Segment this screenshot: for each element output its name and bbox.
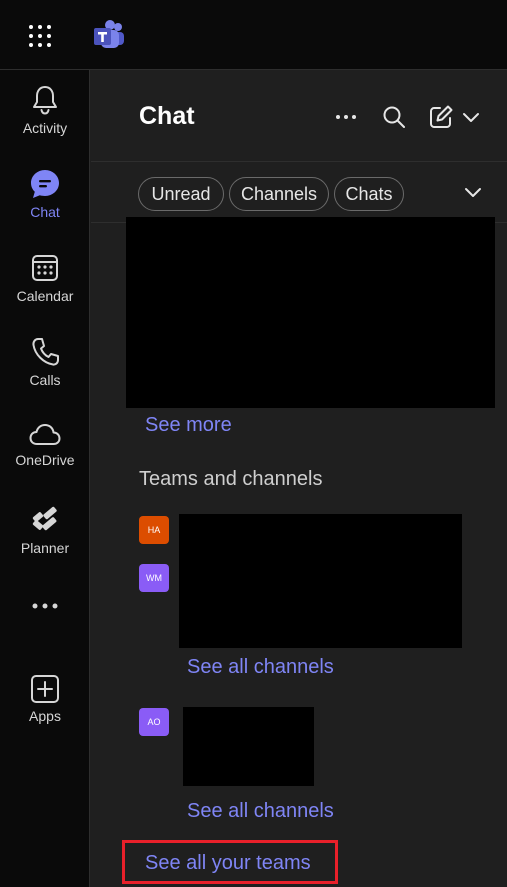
teams-logo-icon: [94, 20, 124, 48]
rail-item-label: Activity: [22, 120, 68, 136]
phone-icon: [32, 338, 59, 366]
new-chat-icon[interactable]: [428, 104, 454, 130]
rail-item-calls[interactable]: Calls: [0, 336, 90, 406]
team-avatar[interactable]: WM: [139, 564, 169, 592]
team-avatar[interactable]: HA: [139, 516, 169, 544]
rail-item-label: OneDrive: [15, 452, 75, 468]
filter-chats[interactable]: Chats: [334, 177, 404, 211]
chat-filters: Unread Channels Chats: [91, 162, 507, 223]
cloud-icon: [29, 424, 61, 445]
filter-unread[interactable]: Unread: [138, 177, 224, 211]
search-icon[interactable]: [381, 104, 407, 130]
see-all-teams-link[interactable]: See all your teams: [145, 852, 311, 875]
rail-item-label: Apps: [29, 708, 61, 724]
see-all-channels-link[interactable]: See all channels: [187, 800, 334, 823]
add-app-icon: [31, 675, 59, 703]
team-avatar[interactable]: AO: [139, 708, 169, 736]
chat-header: Chat: [91, 70, 507, 162]
rail-item-planner[interactable]: Planner: [0, 504, 90, 574]
rail-item-label: Calls: [29, 372, 61, 388]
rail-item-apps[interactable]: Apps: [0, 672, 90, 742]
chevron-down-icon[interactable]: [461, 104, 481, 130]
app-launcher-icon[interactable]: [28, 24, 52, 48]
avatar-initials: HA: [147, 525, 161, 535]
rail-item-label: Calendar: [16, 288, 74, 304]
chat-icon: [31, 170, 59, 198]
teams-section-title: Teams and channels: [139, 468, 323, 490]
rail-item-onedrive[interactable]: OneDrive: [0, 420, 90, 490]
rail-item-calendar[interactable]: Calendar: [0, 252, 90, 322]
avatar-initials: AO: [147, 717, 161, 727]
avatar-initials: WM: [146, 573, 162, 583]
calendar-icon: [32, 255, 58, 281]
rail-item-chat[interactable]: Chat: [0, 168, 90, 238]
more-icon: [32, 603, 58, 609]
see-all-channels-link[interactable]: See all channels: [187, 656, 334, 679]
rail-item-label: Chat: [30, 204, 60, 220]
redacted-chat-list: [126, 217, 495, 408]
planner-icon: [32, 506, 57, 531]
filter-channels[interactable]: Channels: [229, 177, 329, 211]
filter-expand-icon[interactable]: [463, 186, 483, 200]
page-title: Chat: [139, 102, 195, 130]
rail-item-label: Planner: [20, 540, 70, 556]
bell-icon: [33, 86, 57, 115]
rail-item-activity[interactable]: Activity: [0, 84, 90, 154]
redacted-team-list: [183, 707, 314, 786]
see-more-link[interactable]: See more: [145, 414, 232, 437]
top-bar: [0, 0, 507, 70]
more-options-icon[interactable]: [333, 104, 359, 130]
app-rail: Activity Chat Calendar Calls OneDrive Pl…: [0, 70, 90, 887]
more-apps-button[interactable]: [0, 602, 90, 610]
redacted-team-list: [179, 514, 462, 648]
chat-panel: Chat Unread Channels Chats See more Team…: [91, 70, 507, 887]
